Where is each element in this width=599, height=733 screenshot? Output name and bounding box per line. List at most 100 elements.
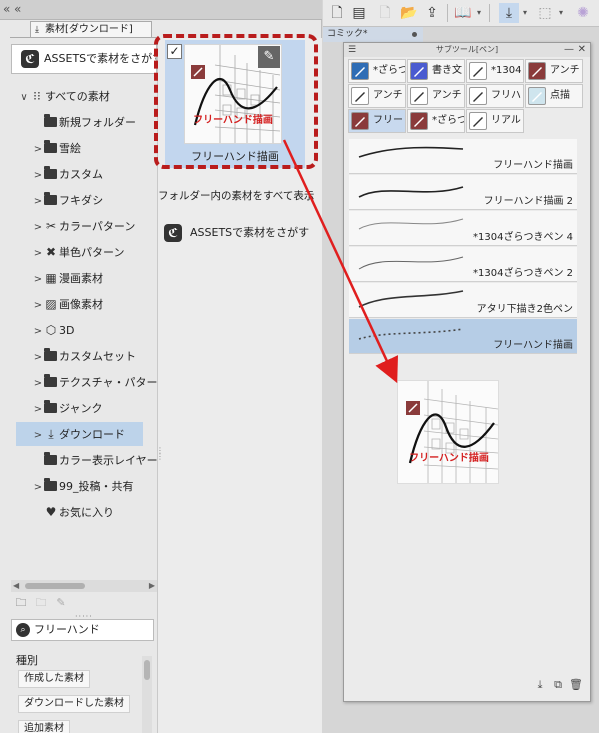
tree-item[interactable]: 新規フォルダー [11,110,157,134]
download-dropdown-icon[interactable]: ▾ [521,3,529,23]
tree-item[interactable]: > ▨ 画像素材 [11,292,157,316]
subtool-button[interactable]: フリー [348,109,406,133]
type-created-button[interactable]: 作成した素材 [18,670,90,688]
folder-icon [43,162,59,186]
tab-material-download[interactable]: ⤓ 素材[ダウンロード] [30,21,152,38]
tree-chevron-icon[interactable]: > [33,138,43,162]
tree-chevron-icon[interactable]: > [33,216,43,240]
tree-item[interactable]: ♥ お気に入り [11,500,157,524]
tree-chevron-icon[interactable]: > [33,320,43,344]
close-icon[interactable]: ✕ [578,43,586,57]
tree-item-label: 単色パターン [59,246,125,259]
tree-item[interactable]: > ジャンク [11,396,157,420]
book-dropdown-icon[interactable]: ▾ [475,3,483,23]
brush-stroke-preview [358,146,464,158]
tree-chevron-icon[interactable]: > [33,372,43,396]
brush-item[interactable]: アタリ下描き2色ペン [349,283,577,318]
tag-search-input[interactable]: ⌕ フリーハンド [11,619,154,641]
tree-item[interactable]: > カスタムセット [11,344,157,368]
edit-folder-icon[interactable]: ✎ [53,596,69,610]
assets-search-link[interactable]: ℭ ASSETSで素材をさがす [164,222,309,244]
subtool-button[interactable]: 点描 [525,84,583,108]
tree-chevron-icon[interactable]: > [33,242,43,266]
type-added-button[interactable]: 追加素材 [18,720,70,733]
tree-item[interactable]: > カスタム [11,162,157,186]
subtool-button[interactable]: フリハ [466,84,524,108]
tree-chevron-icon[interactable]: > [33,424,43,448]
film-icon[interactable]: ▤ [349,3,369,23]
subtool-button[interactable]: アンチ [525,59,583,83]
collapse-left-icon[interactable]: « [3,2,10,16]
panel-splitter-icon[interactable]: ⋮ ⋮ [156,447,164,461]
tree-chevron-icon[interactable]: > [33,164,43,188]
brush-item[interactable]: *1304ざらつきペン 4 [349,211,577,246]
pen-icon [528,87,546,105]
export-icon[interactable]: ⇪ [422,3,442,23]
tab-document[interactable]: コミック* [323,27,423,42]
type-scroll-thumb[interactable] [144,660,150,680]
scroll-thumb[interactable] [25,583,85,589]
tree-item-label: ジャンク [59,402,103,415]
tree-horizontal-scrollbar[interactable]: ◀ ▶ [11,580,157,592]
subtool-button[interactable]: アンチ [407,84,465,108]
tree-item[interactable]: > ⤓ ダウンロード [16,422,143,446]
subtool-button[interactable]: *ざらつ [407,109,465,133]
type-downloaded-button[interactable]: ダウンロードした素材 [18,695,130,713]
subtool-button[interactable]: *1304 [466,59,524,83]
import-icon[interactable]: ⤓ [532,678,548,692]
tree-item[interactable]: > ⬡ 3D [11,318,157,342]
tree-item[interactable]: > ✂ カラーパターン [11,214,157,238]
type-scrollbar[interactable] [142,656,152,733]
tree-item[interactable]: > 雪絵 [11,136,157,160]
selection-dropdown-icon[interactable]: ▾ [557,3,565,23]
scroll-left-icon[interactable]: ◀ [13,580,19,592]
delete-folder-icon[interactable]: 🗀 [33,596,49,610]
folder-icon [43,344,59,368]
tree-chevron-icon[interactable]: > [33,346,43,370]
duplicate-icon[interactable]: ⧉ [550,678,566,692]
new-file-icon[interactable]: 🗋 [327,3,347,23]
selection-icon[interactable]: ⬚ [535,3,555,23]
tree-item[interactable]: >99_投稿・共有 [11,474,157,498]
tree-item[interactable]: カラー表示レイヤー [11,448,157,472]
tree-chevron-icon[interactable]: > [33,190,43,214]
tree-item[interactable]: > テクスチャ・パターン [11,370,157,394]
subtool-button-label: 点描 [550,90,570,101]
brush-item[interactable]: フリーハンド描画 [349,139,577,174]
brush-name: フリーハンド描画 2 [483,196,573,207]
tree-item[interactable]: ∨ ⁝⁝ すべての素材 [11,84,157,108]
scroll-right-icon[interactable]: ▶ [149,580,155,592]
collapse-left-icon-2[interactable]: « [14,2,21,16]
open-folder-icon[interactable]: 📂 [399,3,419,23]
trash-icon[interactable]: 🗑 [568,678,584,692]
tree-item[interactable]: > ✖ 単色パターン [11,240,157,264]
tree-chevron-icon[interactable]: ∨ [19,86,29,110]
brush-item[interactable]: フリーハンド描画 2 [349,175,577,210]
tree-item-label: 画像素材 [59,298,103,311]
subtool-button[interactable]: 書き文 [407,59,465,83]
palette-menu-icon[interactable]: ☰ [348,43,356,57]
subtool-button[interactable]: リアル [466,109,524,133]
tree-item-label: 3D [59,324,75,337]
add-page-icon[interactable]: 🗋 [375,3,395,23]
tree-chevron-icon[interactable]: > [33,294,43,318]
new-folder-icon[interactable]: 🗀 [13,596,29,610]
unsaved-dot-icon [412,32,417,37]
assets-search-button[interactable]: ℭ ASSETSで素材をさがす [11,44,157,74]
tree-chevron-icon[interactable]: > [33,476,43,500]
brush-item[interactable]: *1304ざらつきペン 2 [349,247,577,282]
brush-name: フリーハンド描画 [493,340,573,351]
tree-chevron-icon[interactable]: > [33,398,43,422]
download-icon[interactable]: ⤓ [499,3,519,23]
subtool-titlebar[interactable]: ☰ サブツール[ペン] — ✕ [344,43,590,57]
tree-item[interactable]: > ▦ 漫画素材 [11,266,157,290]
subtool-button[interactable]: アンチ [348,84,406,108]
tree-item[interactable]: > フキダシ [11,188,157,212]
brush-item[interactable]: フリーハンド描画 [349,319,577,354]
tree-chevron-icon[interactable]: > [33,268,43,292]
brush-name: *1304ざらつきペン 2 [473,268,573,279]
loading-icon[interactable]: ✺ [573,3,593,23]
subtool-button[interactable]: *ざらつ [348,59,406,83]
minimize-icon[interactable]: — [564,43,574,57]
book-icon[interactable]: 📖 [453,3,473,23]
